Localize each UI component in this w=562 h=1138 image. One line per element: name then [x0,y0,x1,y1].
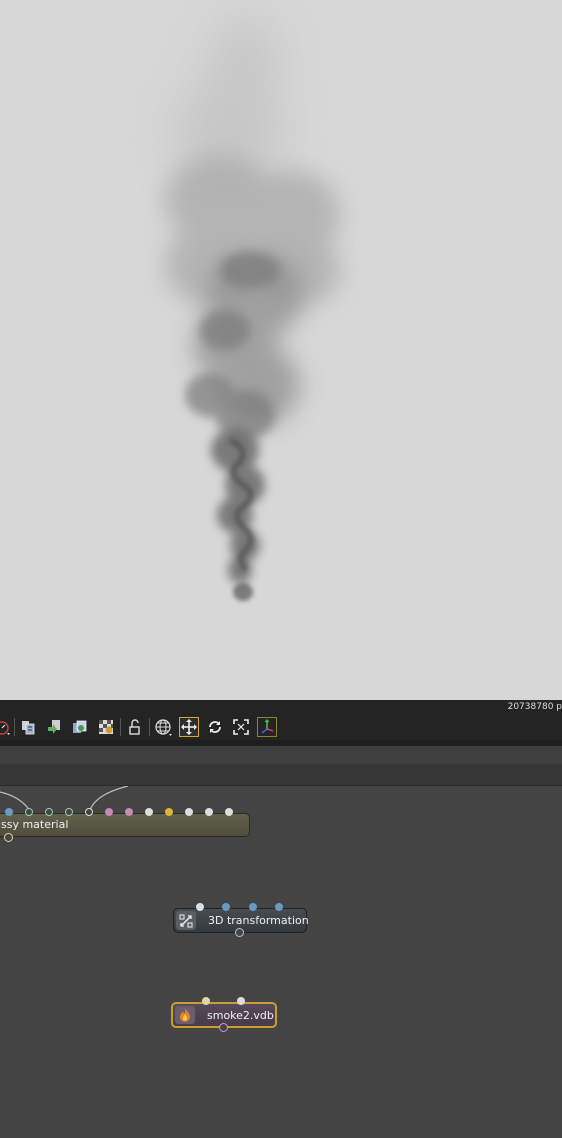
graph-header-bar [0,764,562,786]
node-wires [0,786,129,811]
input-pin[interactable] [165,808,173,816]
checkerboard-icon[interactable] [96,717,116,737]
world-globe-icon[interactable] [153,717,173,737]
input-pin[interactable] [237,997,245,1005]
graph-tabs-bar [0,746,562,764]
input-pin[interactable] [205,808,213,816]
viewport-toolbar: 20738780 p [0,700,562,740]
render-statistics-icon[interactable] [0,717,12,737]
paste-icon[interactable] [44,717,64,737]
fire-icon [175,1006,195,1024]
axis-gizmo-icon[interactable] [257,717,277,737]
transform-icon [176,911,196,930]
input-pin[interactable] [196,903,204,911]
rotate-icon[interactable] [205,717,225,737]
lock-icon[interactable] [125,717,145,737]
node-graph-editor[interactable]: ssy material 3D transformation smoke2.vd… [0,786,562,1138]
material-node-label: ssy material [1,818,69,831]
copy-icon[interactable] [18,717,38,737]
input-pin[interactable] [249,903,257,911]
smoke-render [165,15,340,601]
material-node[interactable]: ssy material [0,813,250,837]
input-pin[interactable] [145,808,153,816]
input-pin[interactable] [65,808,73,816]
input-pin[interactable] [105,808,113,816]
output-pin[interactable] [235,928,244,937]
fit-view-icon[interactable] [231,717,251,737]
input-pin[interactable] [222,903,230,911]
input-pin[interactable] [5,808,13,816]
input-pin[interactable] [85,808,93,816]
render-viewport[interactable] [0,0,562,700]
input-pin[interactable] [185,808,193,816]
output-pin[interactable] [4,833,13,842]
smoke-vdb-node-label: smoke2.vdb [207,1009,274,1022]
3d-transformation-node-label: 3D transformation [208,914,309,927]
input-pin[interactable] [225,808,233,816]
input-pin[interactable] [202,997,210,1005]
input-pin[interactable] [125,808,133,816]
duplicate-icon[interactable] [70,717,90,737]
input-pin[interactable] [45,808,53,816]
input-pin[interactable] [25,808,33,816]
input-pin[interactable] [275,903,283,911]
output-pin[interactable] [219,1023,228,1032]
render-stats-text: 20738780 p [507,702,562,712]
move-icon[interactable] [179,717,199,737]
